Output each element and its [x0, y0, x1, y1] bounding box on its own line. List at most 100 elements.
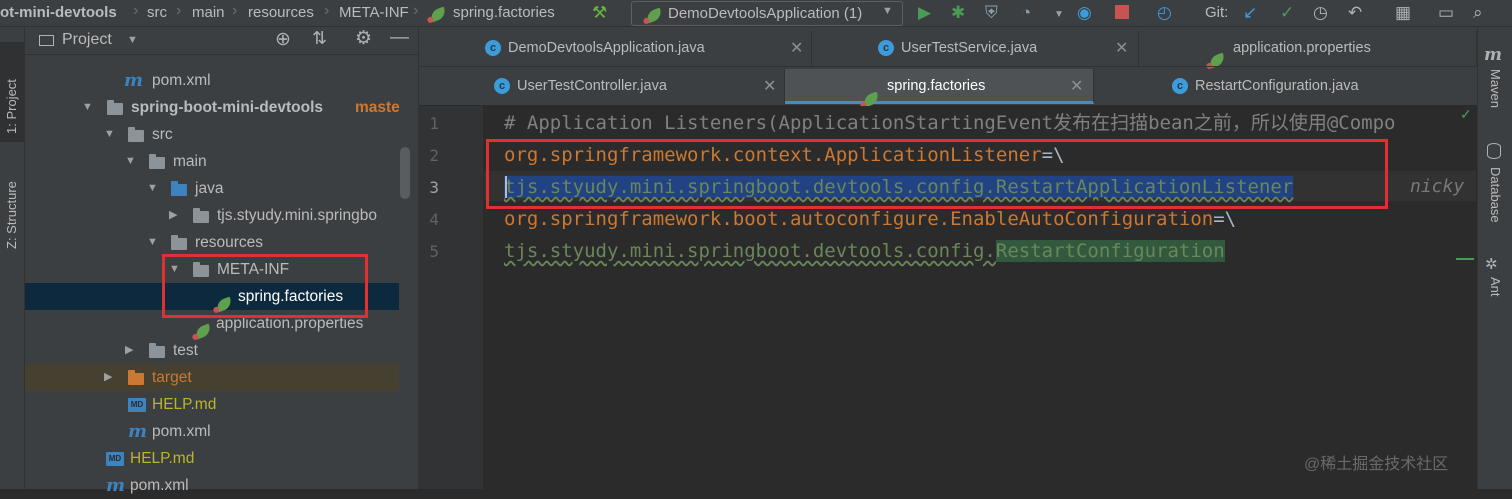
property-key: org.springframework.boot.autoconfigure.E…: [504, 208, 1214, 230]
source-folder-icon: [171, 181, 187, 196]
git-update-icon[interactable]: ↙: [1243, 3, 1257, 23]
tree-item-label: pom.xml: [130, 477, 189, 494]
tab-user-test-service[interactable]: c UserTestService.java ✕: [812, 31, 1139, 66]
markdown-icon: MD: [106, 452, 124, 466]
chevron-right-icon[interactable]: ▶: [169, 202, 177, 229]
folder-icon: [128, 127, 144, 142]
navigation-bar: ot-mini-devtools › src › main › resource…: [0, 0, 1512, 27]
inspection-ok-icon[interactable]: ✓: [1460, 106, 1472, 123]
maven-icon: m: [106, 475, 126, 496]
tab-spring-factories[interactable]: spring.factories ✕: [785, 69, 1094, 108]
stop-icon[interactable]: [1115, 5, 1129, 19]
tree-item-pom[interactable]: m pom.xml: [25, 472, 399, 499]
rollback-icon[interactable]: ↶: [1348, 3, 1362, 23]
database-tool-tab[interactable]: Database: [1488, 167, 1503, 223]
tree-item-label: target: [152, 369, 192, 386]
branch-label: maste: [355, 99, 400, 116]
tab-row-divider: [419, 66, 1477, 67]
chevron-down-icon[interactable]: ▼: [127, 34, 138, 46]
property-value-package: tjs.styudy.mini.springboot.devtools.conf…: [504, 240, 996, 262]
structure-tool-tab[interactable]: Z: Structure: [4, 181, 19, 249]
tab-demo-devtools-application[interactable]: c DemoDevtoolsApplication.java ✕: [419, 31, 812, 66]
tree-item-label: src: [152, 126, 173, 143]
git-commit-icon[interactable]: ✓: [1280, 3, 1294, 23]
breadcrumb-spring-factories[interactable]: spring.factories: [453, 4, 555, 21]
chevron-down-icon[interactable]: ▼: [104, 121, 115, 148]
close-icon[interactable]: ✕: [790, 31, 803, 66]
close-icon[interactable]: ✕: [1070, 69, 1083, 104]
locate-icon[interactable]: ⊕: [275, 28, 291, 51]
gear-icon[interactable]: ⚙: [355, 27, 372, 50]
search-icon[interactable]: ⌕: [1473, 3, 1483, 23]
project-structure-icon[interactable]: ▦: [1395, 3, 1411, 23]
tab-user-test-controller[interactable]: c UserTestController.java ✕: [419, 69, 785, 104]
chevron-down-icon[interactable]: ▼: [125, 148, 136, 175]
update-icon[interactable]: ◉: [1077, 3, 1092, 23]
tree-item-pom[interactable]: m pom.xml: [25, 67, 399, 94]
tab-restart-configuration[interactable]: c RestartConfiguration.java: [1094, 69, 1477, 104]
tree-item-help-md[interactable]: MD HELP.md: [25, 445, 399, 472]
chevron-right-icon[interactable]: ▶: [104, 364, 112, 391]
tree-scrollbar[interactable]: [400, 147, 410, 199]
tab-label: spring.factories: [887, 78, 986, 94]
breadcrumb-project[interactable]: ot-mini-devtools: [0, 4, 117, 21]
ant-icon: ✲: [1485, 256, 1498, 273]
breadcrumb-resources[interactable]: resources: [248, 4, 314, 21]
tree-item-pom[interactable]: m pom.xml: [25, 418, 399, 445]
tab-label: UserTestService.java: [901, 40, 1038, 56]
chevron-right-icon[interactable]: ▶: [125, 337, 133, 364]
chevron-down-icon[interactable]: ▼: [82, 94, 93, 121]
tree-item-resources[interactable]: ▼ resources: [25, 229, 399, 256]
markdown-icon: MD: [128, 398, 146, 412]
tree-item-package[interactable]: ▶ tjs.styudy.mini.springbo: [25, 202, 399, 229]
project-view-icon: [39, 35, 54, 46]
debug-icon[interactable]: ✱: [951, 3, 965, 23]
ant-tool-tab[interactable]: Ant: [1488, 277, 1503, 297]
run-icon[interactable]: ▶: [918, 3, 931, 23]
property-separator: =\: [1213, 208, 1237, 230]
class-icon: c: [494, 78, 510, 95]
tree-item-java[interactable]: ▼ java: [25, 175, 399, 202]
run-configuration-selector[interactable]: DemoDevtoolsApplication (1) ▼: [631, 1, 903, 26]
line-number: 4: [429, 210, 439, 229]
project-panel-title[interactable]: Project: [62, 31, 112, 49]
collapse-all-icon[interactable]: ⇅: [312, 28, 327, 49]
right-tool-stripe: m Maven Database ✲ Ant: [1477, 27, 1512, 489]
tree-item-main[interactable]: ▼ main: [25, 148, 399, 175]
gauge-icon[interactable]: ◴: [1157, 3, 1172, 23]
breadcrumb-main[interactable]: main: [192, 4, 225, 21]
line-number: 5: [429, 242, 439, 261]
close-icon[interactable]: ✕: [763, 69, 776, 104]
chevron-down-icon[interactable]: ▼: [1054, 5, 1064, 25]
tree-item-src[interactable]: ▼ src: [25, 121, 399, 148]
terminal-icon[interactable]: ▭: [1438, 3, 1454, 23]
project-tool-tab[interactable]: 1: Project: [0, 42, 24, 142]
line-number: 2: [429, 146, 439, 165]
chevron-down-icon[interactable]: ▼: [147, 229, 158, 256]
coverage-icon[interactable]: ⛨: [985, 3, 998, 23]
tree-item-label: java: [195, 180, 224, 197]
tree-item-label: pom.xml: [152, 72, 211, 89]
tree-item-help-md[interactable]: MD HELP.md: [25, 391, 399, 418]
tree-item-label: resources: [195, 234, 264, 251]
maven-tool-tab[interactable]: Maven: [1488, 69, 1503, 108]
folder-icon: [149, 343, 165, 358]
close-icon[interactable]: ✕: [1115, 31, 1128, 66]
build-hammer-icon[interactable]: ⚒: [592, 3, 607, 23]
profile-icon[interactable]: ◔: [1021, 3, 1031, 23]
left-tool-stripe: 1: Project Z: Structure: [0, 27, 25, 489]
chevron-down-icon[interactable]: ▼: [147, 175, 158, 202]
breadcrumb-src[interactable]: src: [147, 4, 167, 21]
tree-item-label: HELP.md: [152, 396, 217, 413]
tree-item-module[interactable]: ▼ spring-boot-mini-devtools maste: [25, 94, 400, 121]
tree-item-test[interactable]: ▶ test: [25, 337, 399, 364]
package-icon: [193, 208, 209, 223]
tab-label: application.properties: [1233, 40, 1371, 56]
tab-application-properties[interactable]: application.properties: [1139, 31, 1477, 69]
maven-icon: m: [128, 421, 148, 442]
code-editor[interactable]: # Application Listeners(ApplicationStart…: [484, 106, 1476, 489]
breadcrumb-meta-inf[interactable]: META-INF: [339, 4, 409, 21]
history-icon[interactable]: ◷: [1313, 3, 1328, 23]
hide-icon[interactable]: —: [390, 27, 409, 49]
tree-item-target[interactable]: ▶ target: [25, 364, 399, 391]
